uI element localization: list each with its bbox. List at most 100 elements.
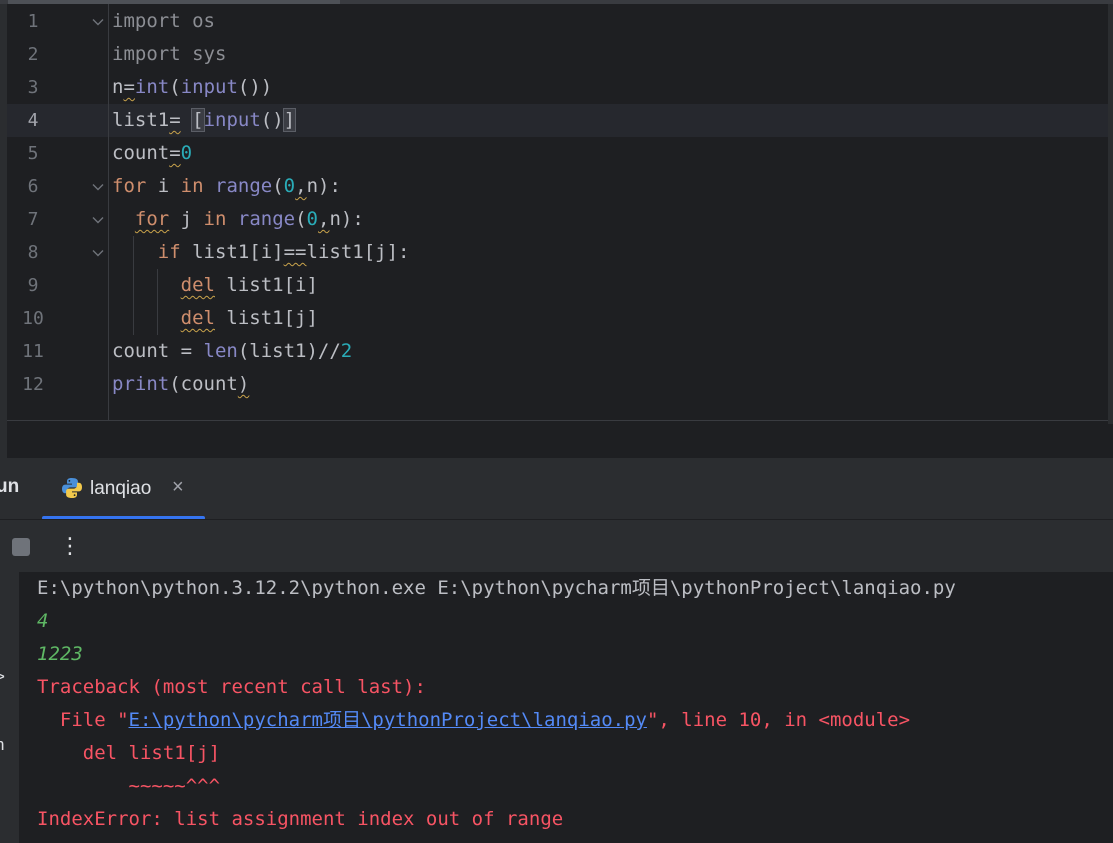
code-token: 0 bbox=[306, 208, 318, 230]
code-token: list1[i] bbox=[180, 241, 284, 263]
code-line[interactable]: count=0 bbox=[112, 137, 192, 170]
console-input-line: 1223 bbox=[37, 643, 83, 665]
tab-lanqiao[interactable]: lanqiao × bbox=[42, 458, 205, 520]
line-number: 3 bbox=[27, 77, 39, 98]
line-number: 9 bbox=[27, 275, 39, 296]
traceback-file-prefix: File " bbox=[37, 709, 129, 731]
traceback-caret-line: ~~~~~^^^ bbox=[37, 775, 221, 797]
code-token: [ bbox=[191, 108, 205, 132]
error-message: IndexError: list assignment index out of… bbox=[37, 808, 564, 830]
code-token: del bbox=[180, 274, 215, 296]
rail-glyph[interactable]: : bbox=[0, 702, 11, 722]
code-line[interactable]: import os bbox=[112, 5, 215, 38]
code-token: input bbox=[180, 76, 238, 98]
close-icon[interactable]: × bbox=[172, 476, 184, 499]
line-number: 4 bbox=[27, 110, 39, 131]
line-number: 7 bbox=[27, 209, 39, 230]
code-token: n): bbox=[329, 208, 364, 230]
traceback-file-link[interactable]: E:\python\pycharm项目\pythonProject\lanqia… bbox=[129, 709, 647, 731]
code-line[interactable]: for i in range(0,n): bbox=[112, 170, 341, 203]
code-line[interactable]: if list1[i]==list1[j]: bbox=[112, 236, 410, 269]
code-token: count = bbox=[112, 340, 204, 362]
code-token: ) bbox=[237, 373, 250, 395]
run-toolbar: ⋮ bbox=[0, 520, 1113, 634]
code-token: for bbox=[134, 208, 170, 230]
traceback-code-line: del list1[j] bbox=[37, 742, 221, 764]
console-output[interactable]: E:\python\python.3.12.2\python.exe E:\py… bbox=[20, 572, 1113, 843]
editor-bottom-divider bbox=[7, 420, 1108, 421]
fold-chevron-icon[interactable] bbox=[90, 203, 106, 236]
code-token: 0 bbox=[283, 175, 296, 197]
code-token: os bbox=[192, 10, 215, 32]
line-number: 6 bbox=[27, 176, 39, 197]
fold-chevron-icon[interactable] bbox=[90, 236, 106, 269]
code-token: 2 bbox=[340, 340, 353, 362]
line-number: 10 bbox=[22, 308, 44, 329]
editor-scrollbar[interactable] bbox=[1108, 4, 1113, 424]
more-options-icon[interactable]: ⋮ bbox=[58, 532, 82, 562]
line-number: 11 bbox=[22, 341, 44, 362]
stop-icon[interactable] bbox=[12, 538, 30, 556]
code-token: = bbox=[169, 109, 181, 131]
code-token: (count bbox=[169, 373, 238, 395]
code-line[interactable]: for j in range(0,n): bbox=[112, 203, 364, 236]
console-input-line: 4 bbox=[37, 610, 49, 632]
code-line[interactable]: n=int(input()) bbox=[112, 71, 272, 104]
python-icon bbox=[60, 476, 84, 500]
run-tool-window: un lanqiao × ⋮ > : n E:\python\python.3 bbox=[0, 458, 1113, 843]
line-number: 12 bbox=[22, 374, 44, 395]
code-token: (list1)// bbox=[237, 340, 341, 362]
rail-glyph[interactable]: > bbox=[0, 667, 11, 687]
editor-tab-strip bbox=[0, 0, 1113, 4]
code-line[interactable]: del list1[j] bbox=[112, 302, 318, 335]
code-token: = bbox=[169, 142, 181, 164]
code-token: list1[j]: bbox=[306, 241, 410, 263]
code-token: 0 bbox=[180, 142, 193, 164]
code-token: range bbox=[237, 208, 296, 230]
line-number: 2 bbox=[27, 44, 39, 65]
code-token: list1 bbox=[112, 109, 170, 131]
line-number: 1 bbox=[27, 11, 39, 32]
code-token: in bbox=[180, 175, 204, 197]
code-token: ] bbox=[282, 108, 297, 132]
fold-chevron-icon[interactable] bbox=[90, 170, 106, 203]
code-token: n): bbox=[306, 175, 341, 197]
code-line[interactable]: count = len(list1)//2 bbox=[112, 335, 352, 368]
rail-glyph[interactable]: n bbox=[0, 735, 11, 755]
code-line[interactable]: print(count) bbox=[112, 368, 249, 401]
code-editor[interactable]: 1 2 3 4 5 6 7 8 9 10 11 12 import os import sys n=int… bbox=[0, 0, 1113, 458]
line-number: 8 bbox=[27, 242, 39, 263]
code-token: print bbox=[112, 373, 170, 395]
code-token: input bbox=[203, 109, 261, 131]
traceback-header: Traceback (most recent call last): bbox=[37, 676, 426, 698]
code-token: import bbox=[112, 43, 181, 65]
code-line[interactable]: import sys bbox=[112, 38, 226, 71]
code-line[interactable]: list1= [input()] bbox=[112, 104, 297, 137]
gutter-separator bbox=[108, 4, 109, 420]
console-command-line: E:\python\python.3.12.2\python.exe E:\py… bbox=[37, 577, 956, 599]
code-token: for bbox=[112, 175, 147, 197]
tab-label: lanqiao bbox=[90, 478, 152, 499]
code-token: ( bbox=[272, 175, 284, 197]
code-token: if bbox=[157, 241, 181, 263]
code-token: ( bbox=[169, 76, 181, 98]
fold-chevron-icon[interactable] bbox=[90, 5, 106, 38]
code-token: len bbox=[203, 340, 238, 362]
code-token: i bbox=[146, 175, 181, 197]
code-token: , bbox=[318, 208, 330, 230]
code-line[interactable]: del list1[i] bbox=[112, 269, 318, 302]
code-token: , bbox=[295, 175, 307, 197]
code-token: int bbox=[134, 76, 170, 98]
code-token: count bbox=[112, 142, 170, 164]
code-token: n bbox=[112, 76, 124, 98]
code-token: sys bbox=[192, 43, 227, 65]
code-token: in bbox=[203, 208, 227, 230]
